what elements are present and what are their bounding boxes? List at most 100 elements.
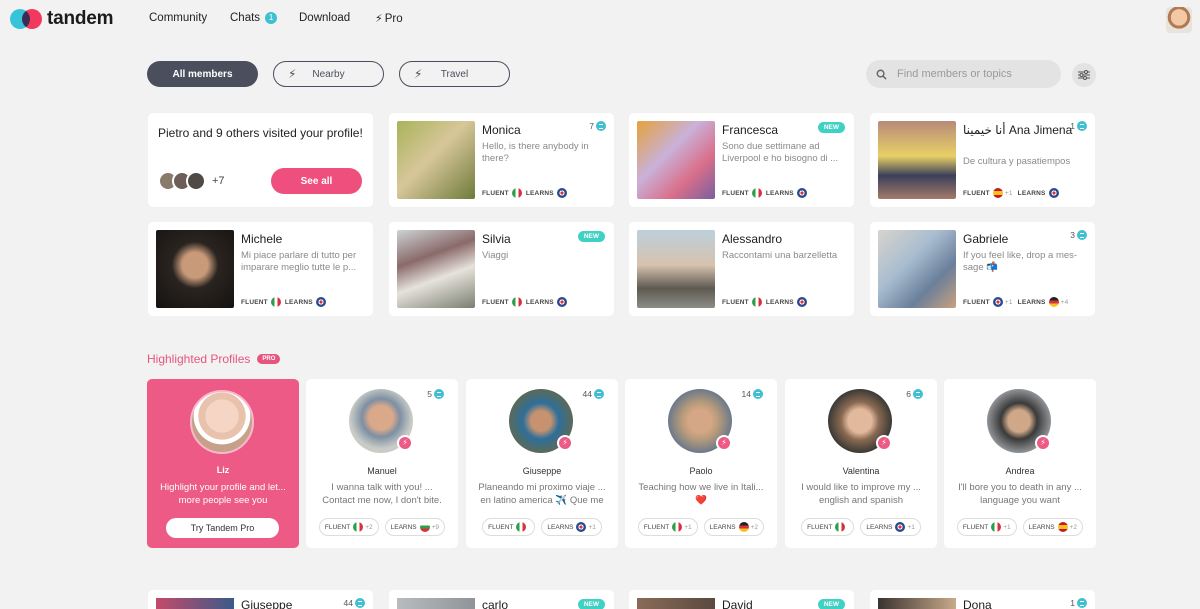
extra-languages: +1 [1004,298,1013,306]
member-card[interactable]: Silvia Viaggi NEW FLUENT LEARNS [389,222,614,316]
learns-chip: LEARNS +1 [860,518,921,536]
user-avatar[interactable] [1166,7,1192,33]
highlighted-profile-card[interactable]: ⚡︎ 14 Paolo Teaching how we live in Ital… [625,379,777,548]
fluent-label: FLUENT [241,298,268,306]
profile-name: Andrea [1005,466,1035,476]
nav-pro[interactable]: ⚡︎ Pro [375,12,403,26]
nav-chats[interactable]: Chats 1 [230,12,278,24]
member-card[interactable]: Dona 1 [870,590,1095,609]
avatar [186,171,206,191]
fluent-label: FLUENT [482,189,509,197]
filter-settings-button[interactable] [1072,63,1096,87]
profile-visitors-card: Pietro and 9 others visited your profile… [148,113,373,207]
extra-languages: +2 [365,523,373,531]
chats-unread-badge: 1 [265,12,278,24]
language-chips: FLUENT +1 LEARNS +2 [625,518,777,536]
promo-name: Liz [216,465,230,475]
learns-label: LEARNS [1028,523,1055,531]
language-chips: FLUENT +1 LEARNS +2 [944,518,1096,536]
pro-promo-card: Liz Highlight your profile and let... mo… [147,379,299,548]
lightning-icon: ⚡︎ [557,435,573,451]
italy-flag-icon [511,188,522,198]
filter-travel-label: Travel [440,68,469,80]
reference-count: 1 [1070,598,1087,608]
italy-flag-icon [511,297,522,307]
italy-flag-icon [516,522,527,532]
visitor-avatars: +7 [158,171,225,191]
fluent-label: FLUENT [324,523,351,531]
pro-tag: PRO [257,354,281,364]
language-row: FLUENT LEARNS [722,297,811,307]
filter-travel[interactable]: ⚡︎ Travel [399,61,510,87]
try-tandem-pro-button[interactable]: Try Tandem Pro [166,518,279,538]
member-name: Gabriele [963,232,1009,246]
uk-flag-icon [796,297,807,307]
filter-all-members[interactable]: All members [147,61,258,87]
member-card[interactable]: Alessandro Raccontami una barzelletta FL… [629,222,854,316]
reference-count: 44 [583,389,604,399]
italy-flag-icon [270,297,281,307]
member-card[interactable]: Monica Hello, is there anybody in there?… [389,113,614,207]
member-card[interactable]: Giuseppe 44 [148,590,373,609]
fluent-label: FLUENT [807,523,833,531]
member-card[interactable]: أنا خيمينا Ana Jimena De cultura y pasat… [870,113,1095,207]
lightning-icon: ⚡︎ [397,435,413,451]
member-bio: Raccontami una barzelletta [722,250,838,261]
reference-count: 5 [427,389,444,399]
member-bio: Hello, is there anybody in there? [482,141,589,164]
member-photo [156,598,234,609]
filter-nearby-label: Nearby [312,68,345,80]
fluent-label: FLUENT [722,189,749,197]
fluent-label: FLUENT [643,523,670,531]
profile-bio: I wanna talk with you! ... Contact me no… [322,482,442,506]
reference-count-value: 5 [427,389,432,399]
member-card[interactable]: Michele Mi piace parlare di tutto per im… [148,222,373,316]
comment-icon [1077,598,1087,608]
member-name: Giuseppe [241,598,293,609]
member-card[interactable]: Gabriele If you feel like, drop a mes-sa… [870,222,1095,316]
member-bio: Sono due settimane ad Liverpool e ho bis… [722,141,839,164]
member-name: Dona [963,598,992,609]
learns-chip: LEARNS +1 [541,518,602,536]
member-name: carlo [482,598,509,609]
fluent-chip: FLUENT [482,518,536,536]
comment-icon [753,389,763,399]
search-box[interactable] [866,60,1061,88]
comment-icon [1077,230,1087,240]
highlighted-profile-card[interactable]: ⚡︎ 6 Valentina I would like to improve m… [785,379,937,548]
highlighted-profile-card[interactable]: ⚡︎ 5 Manuel I wanna talk with you! ... C… [306,379,458,548]
filter-nearby[interactable]: ⚡︎ Nearby [273,61,384,87]
comment-icon [434,389,444,399]
reference-count: 3 [1070,230,1087,240]
fluent-label: FLUENT [962,523,989,531]
spain-flag-icon [1057,522,1068,532]
member-name: Monica [482,123,521,137]
search-input[interactable] [897,68,1047,80]
logo-icon [10,7,44,31]
reference-count-value: 14 [741,389,751,399]
see-all-button[interactable]: See all [271,168,362,194]
language-row: FLUENT LEARNS [722,188,811,198]
reference-count: 14 [742,389,763,399]
learns-label: LEARNS [765,298,794,306]
highlighted-profiles-heading: Highlighted Profiles PRO [147,352,281,366]
extra-languages: +1 [907,523,915,531]
highlighted-profile-card[interactable]: ⚡︎ 44 Giuseppe Planeando mi proximo viaj… [466,379,618,548]
uk-flag-icon [895,522,906,532]
tandem-logo[interactable]: tandem [10,7,114,31]
language-chips: FLUENT LEARNS +1 [785,518,937,536]
reference-count: 44 [344,598,365,608]
nav-community[interactable]: Community [149,12,207,24]
highlighted-profile-card[interactable]: ⚡︎ Andrea I'll bore you to death in any … [944,379,1096,548]
comment-icon [913,389,923,399]
nav-download[interactable]: Download [299,12,350,24]
fluent-chip: FLUENT +1 [956,518,1017,536]
member-card[interactable]: Francesca Sono due settimane ad Liverpoo… [629,113,854,207]
reference-count: 6 [906,389,923,399]
member-card[interactable]: carlo NEW [389,590,614,609]
member-card[interactable]: David NEW [629,590,854,609]
uk-flag-icon [556,297,567,307]
reference-count: 7 [589,121,606,131]
uk-flag-icon [576,522,587,532]
reference-count-value: 44 [343,598,353,608]
